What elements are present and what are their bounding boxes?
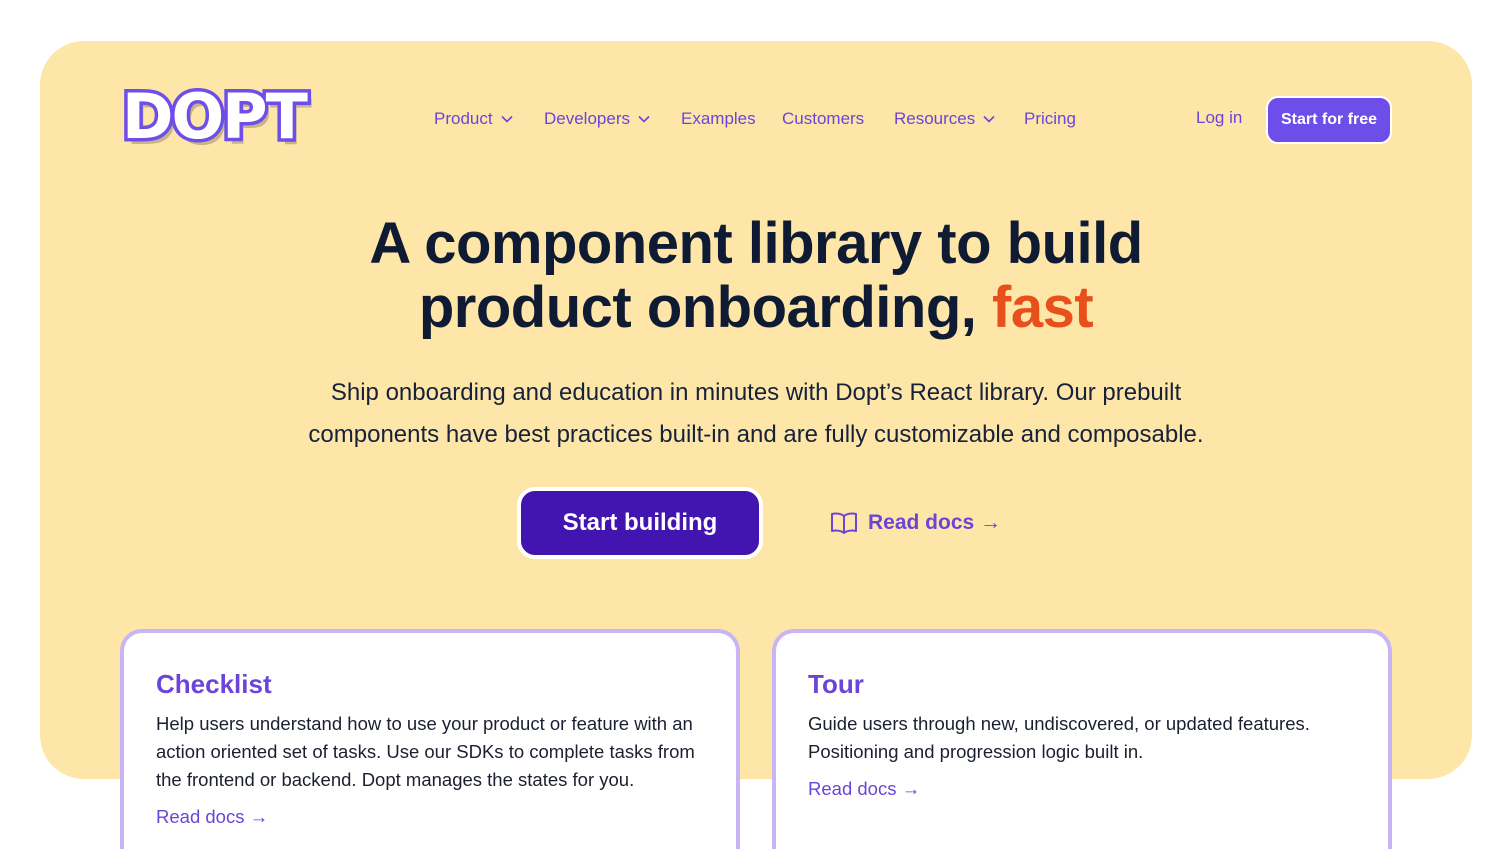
hero-headline: A component library to build product onb… — [0, 212, 1512, 340]
subtitle-line-1: Ship onboarding and education in minutes… — [330, 379, 1182, 406]
dopt-logo[interactable]: DOPT DOPT — [120, 86, 332, 148]
chevron-down-icon — [501, 115, 513, 123]
nav-pricing[interactable]: Pricing — [1024, 104, 1076, 134]
headline-line-1: A component library to build — [369, 211, 1143, 276]
start-for-free-button[interactable]: Start for free — [1266, 96, 1392, 144]
card-description: Help users understand how to use your pr… — [156, 713, 695, 790]
tour-card[interactable]: Tour Guide users through new, undiscover… — [772, 629, 1392, 849]
nav-pricing-label: Pricing — [1024, 109, 1076, 128]
nav-resources-label: Resources — [894, 109, 976, 128]
card-read-docs-link[interactable]: Read docs → — [808, 778, 920, 800]
card-title: Checklist — [156, 669, 272, 699]
login-link[interactable]: Log in — [1196, 108, 1242, 128]
card-description: Guide users through new, undiscovered, o… — [808, 713, 1310, 762]
nav-product[interactable]: Product — [434, 104, 513, 134]
subtitle-line-2: components have best practices built-in … — [308, 421, 1204, 448]
nav-resources[interactable]: Resources — [894, 104, 995, 134]
nav-examples-label: Examples — [681, 109, 756, 128]
nav-developers[interactable]: Developers — [544, 104, 650, 134]
nav-examples[interactable]: Examples — [681, 104, 756, 134]
checklist-card[interactable]: Checklist Help users understand how to u… — [120, 629, 740, 849]
read-docs-link[interactable]: Read docs → — [830, 508, 1001, 538]
hero-subtitle: Ship onboarding and education in minutes… — [0, 372, 1512, 456]
nav-customers[interactable]: Customers — [782, 104, 864, 134]
start-building-button[interactable]: Start building — [517, 487, 763, 559]
chevron-down-icon — [638, 115, 650, 123]
chevron-down-icon — [983, 115, 995, 123]
nav-customers-label: Customers — [782, 109, 865, 128]
card-read-docs-link[interactable]: Read docs → — [156, 806, 268, 828]
book-open-icon — [831, 512, 857, 534]
headline-accent: fast — [992, 275, 1094, 340]
nav-product-label: Product — [434, 109, 493, 128]
headline-line-2: product onboarding, fast — [0, 276, 1512, 340]
nav-developers-label: Developers — [544, 109, 630, 128]
headline-line-2-text: product onboarding, — [418, 275, 977, 340]
card-title: Tour — [808, 669, 864, 699]
logo-text: DOPT — [122, 86, 308, 148]
read-docs-label: Read docs → — [868, 511, 1002, 534]
